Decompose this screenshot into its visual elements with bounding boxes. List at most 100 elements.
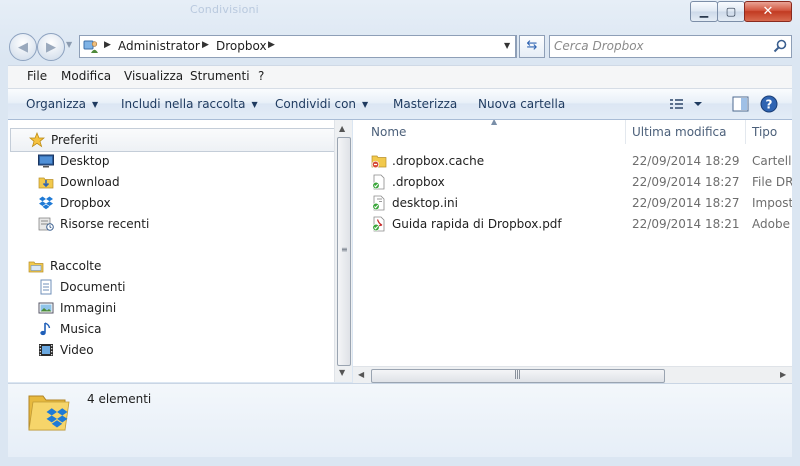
favorites-header[interactable]: Preferiti	[10, 128, 335, 152]
menu-modifica[interactable]: Modifica	[61, 69, 111, 83]
nav-item-label: Video	[60, 343, 94, 357]
file-name: .dropbox	[392, 175, 445, 189]
navigation-pane: Preferiti Desktop Download Dropbox Risor…	[8, 120, 336, 382]
nav-item-label: Risorse recenti	[60, 217, 150, 231]
forward-arrow-icon: ▶	[46, 39, 56, 55]
close-button[interactable]: ✕	[744, 1, 792, 22]
menu-strumenti[interactable]: Strumenti	[190, 69, 250, 83]
details-view-icon	[670, 99, 683, 109]
address-history-dropdown[interactable]: ▼	[501, 35, 516, 58]
file-name: Guida rapida di Dropbox.pdf	[392, 217, 562, 231]
address-bar[interactable]: ▶ Administrator ▶ Dropbox ▶	[79, 35, 517, 58]
nav-item-label: Documenti	[60, 280, 126, 294]
nav-item-music[interactable]: Musica	[38, 320, 102, 338]
help-icon[interactable]: ?	[760, 95, 778, 113]
file-modified: 22/09/2014 18:29	[632, 154, 740, 168]
share-with-label: Condividi con	[275, 97, 357, 111]
file-list-pane: ▲ Nome Ultima modifica Tipo .dropbox.cac…	[353, 120, 792, 368]
navigation-pane-scrollbar[interactable]: ▲ ≡ ▼	[334, 120, 352, 382]
nav-item-dropbox[interactable]: Dropbox	[38, 194, 111, 212]
libraries-icon	[28, 258, 44, 274]
include-in-library-button[interactable]: Includi nella raccolta ▼	[121, 97, 258, 111]
menu-visualizza[interactable]: Visualizza	[124, 69, 183, 83]
search-icon[interactable]	[773, 39, 787, 53]
back-button[interactable]: ◀	[9, 33, 37, 61]
preview-pane-button[interactable]	[732, 96, 749, 112]
scroll-up-icon[interactable]: ▲	[339, 124, 345, 133]
nav-item-pictures[interactable]: Immagini	[38, 299, 116, 317]
maximize-button[interactable]: ▢	[717, 1, 745, 22]
pictures-icon	[38, 300, 54, 316]
menu-bar: File Modifica Visualizza Strumenti ?	[8, 65, 792, 89]
column-divider[interactable]	[745, 120, 746, 144]
column-header-type[interactable]: Tipo	[752, 125, 777, 139]
file-row[interactable]: Guida rapida di Dropbox.pdf 22/09/2014 1…	[353, 214, 792, 234]
menu-file[interactable]: File	[27, 69, 47, 83]
minimize-button[interactable]: ▁	[690, 1, 718, 22]
file-row[interactable]: desktop.ini 22/09/2014 18:27 Imposta	[353, 193, 792, 213]
change-view-button[interactable]	[668, 96, 708, 113]
file-synced-icon	[371, 174, 387, 190]
file-name: desktop.ini	[392, 196, 458, 210]
computer-user-icon	[83, 38, 99, 54]
recent-places-icon	[38, 216, 54, 232]
downloads-icon	[38, 174, 54, 190]
refresh-icon: ⇆	[526, 38, 538, 53]
scroll-left-icon[interactable]: ◀	[358, 370, 364, 379]
libraries-header[interactable]: Raccolte	[28, 257, 101, 275]
nav-item-label: Dropbox	[60, 196, 111, 210]
nav-item-download[interactable]: Download	[38, 173, 120, 191]
organize-button[interactable]: Organizza ▼	[26, 97, 98, 111]
file-row[interactable]: .dropbox.cache 22/09/2014 18:29 Cartella	[353, 151, 792, 171]
chevron-down-icon: ▼	[362, 100, 369, 109]
file-type: File DRO	[752, 175, 792, 189]
title-bar: Condivisioni ▁ ▢ ✕	[0, 0, 800, 30]
burn-button[interactable]: Masterizza	[393, 97, 457, 111]
search-box[interactable]	[549, 35, 792, 58]
nav-item-label: Download	[60, 175, 120, 189]
column-header-name[interactable]: Nome	[371, 125, 406, 139]
breadcrumb-separator-icon[interactable]: ▶	[268, 40, 275, 50]
video-icon	[38, 342, 54, 358]
details-pane: 4 elementi	[8, 383, 792, 458]
libraries-label: Raccolte	[50, 259, 102, 273]
search-input[interactable]	[554, 38, 764, 54]
nav-item-video[interactable]: Video	[38, 341, 94, 359]
breadcrumb-separator-icon[interactable]: ▶	[202, 40, 209, 50]
organize-label: Organizza	[26, 97, 87, 111]
new-folder-button[interactable]: Nuova cartella	[478, 97, 565, 111]
refresh-button[interactable]: ⇆	[519, 35, 545, 58]
scroll-down-icon[interactable]: ▼	[339, 368, 345, 377]
file-list-horizontal-scrollbar[interactable]: ◀ ||| ▶	[353, 366, 792, 384]
menu-help[interactable]: ?	[258, 69, 264, 83]
forward-button[interactable]: ▶	[37, 33, 65, 61]
column-header-modified[interactable]: Ultima modifica	[632, 125, 727, 139]
music-icon	[38, 321, 54, 337]
close-icon: ✕	[762, 4, 774, 19]
folder-sync-icon	[371, 153, 387, 169]
breadcrumb-separator-icon[interactable]: ▶	[104, 40, 111, 50]
nav-item-recent-places[interactable]: Risorse recenti	[38, 215, 149, 233]
column-divider[interactable]	[625, 120, 626, 144]
include-library-label: Includi nella raccolta	[121, 97, 246, 111]
file-name: .dropbox.cache	[392, 154, 485, 168]
nav-item-label: Musica	[60, 322, 102, 336]
share-with-button[interactable]: Condividi con ▼	[275, 97, 368, 111]
background-window-title: Condivisioni	[190, 3, 259, 16]
nav-item-label: Desktop	[60, 154, 110, 168]
breadcrumb-administrator[interactable]: Administrator	[118, 39, 200, 53]
file-row[interactable]: .dropbox 22/09/2014 18:27 File DRO	[353, 172, 792, 192]
recent-pages-dropdown[interactable]: ▼	[66, 40, 72, 49]
scrollbar-thumb[interactable]: |||	[371, 369, 665, 383]
file-type: Adobe A	[752, 217, 792, 231]
documents-icon	[38, 279, 54, 295]
chevron-down-icon: ▼	[251, 100, 258, 109]
favorites-label: Preferiti	[51, 133, 98, 147]
breadcrumb-dropbox[interactable]: Dropbox	[216, 39, 267, 53]
nav-item-documents[interactable]: Documenti	[38, 278, 126, 296]
nav-item-desktop[interactable]: Desktop	[38, 152, 110, 170]
scrollbar-thumb[interactable]: ≡	[337, 137, 351, 366]
maximize-icon: ▢	[725, 5, 737, 18]
ini-file-synced-icon	[371, 195, 387, 211]
scroll-right-icon[interactable]: ▶	[780, 370, 786, 379]
